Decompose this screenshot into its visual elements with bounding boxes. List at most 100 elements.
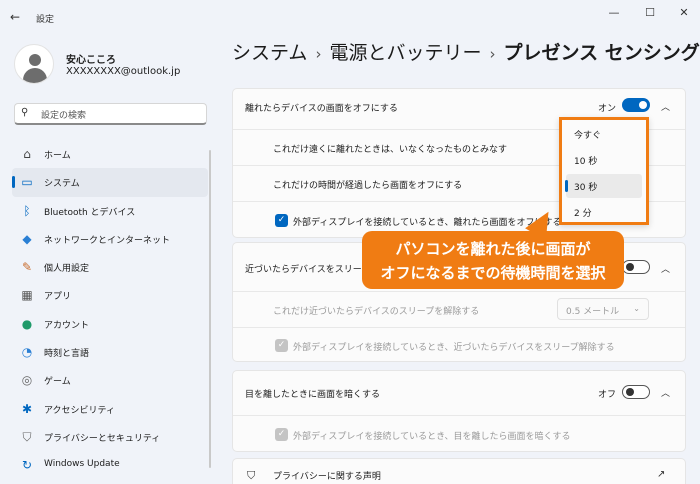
checkbox-label: 外部ディスプレイを接続しているとき、近づいたらデバイスをスリープ解除する [293, 343, 615, 353]
sidebar-item-apps[interactable]: ▦ アプリ [12, 281, 208, 309]
sidebar-item-label: アクセシビリティ [44, 405, 116, 416]
chevron-right-icon: › [489, 45, 496, 63]
open-external-icon[interactable]: ↗ [657, 469, 665, 480]
chevron-up-icon[interactable]: ︿ [661, 386, 670, 399]
shield-icon: ⛉ [22, 429, 32, 444]
annotation-callout: パソコンを離れた後に画面が オフになるまでの待機時間を選択 [362, 231, 624, 289]
home-icon: ⌂ [23, 147, 31, 161]
title-bar: ← 設定 — ☐ ✕ [0, 0, 700, 34]
sidebar-item-label: システム [44, 179, 80, 190]
setting-row-near-distance: これだけ近づいたらデバイスのスリープを解除する 0.5 メートル ⌄ [233, 291, 685, 327]
sidebar-item-label: ゲーム [44, 377, 71, 388]
checkmark-icon[interactable]: ✓ [275, 339, 288, 352]
sidebar-item-label: ホーム [44, 151, 71, 161]
setting-row-dim-external: ✓ 外部ディスプレイを接続しているとき、目を離したら画面を暗くする [233, 415, 685, 453]
timeout-option-selected[interactable]: 30 秒 [565, 174, 642, 198]
sidebar-item-privacy[interactable]: ⛉ プライバシーとセキュリティ [12, 423, 208, 451]
select-value: 0.5 メートル [566, 307, 620, 317]
gamepad-icon: ◎ [21, 373, 33, 388]
avatar-head-icon [29, 54, 41, 66]
setting-label: これだけ遠くに離れたときは、いなくなったものとみなす [273, 145, 508, 155]
away-toggle[interactable] [622, 98, 650, 112]
sidebar-item-label: Windows Update [44, 459, 120, 470]
sidebar-item-accounts[interactable]: ● アカウント [12, 310, 208, 338]
card-dim-when-looking-away: 目を離したときに画面を暗くする オフ ︿ ✓ 外部ディスプレイを接続しているとき… [232, 370, 686, 452]
brush-icon: ✎ [21, 260, 33, 275]
privacy-link[interactable]: プライバシーに関する声明 [273, 469, 381, 482]
search-input[interactable]: 設定の検索 [41, 108, 86, 121]
sidebar-item-network[interactable]: ◆ ネットワークとインターネット [12, 225, 208, 253]
update-icon: ↻ [21, 458, 33, 473]
near-toggle[interactable] [622, 260, 650, 274]
monitor-icon: ▭ [21, 175, 33, 190]
toggle-state: オフ [598, 390, 617, 400]
sidebar-item-label: ネットワークとインターネット [44, 235, 171, 246]
sidebar-item-label: Bluetooth とデバイス [44, 207, 136, 218]
user-name: 安心こころ [66, 55, 116, 66]
sidebar-item-accessibility[interactable]: ✱ アクセシビリティ [12, 395, 208, 423]
checkmark-icon[interactable]: ✓ [275, 214, 288, 227]
wake-distance-select[interactable]: 0.5 メートル ⌄ [557, 298, 649, 320]
breadcrumb: システム › 電源とバッテリー › プレゼンス センシング [232, 38, 700, 65]
card-privacy-statement[interactable]: ⛉ プライバシーに関する声明 ↗ [232, 458, 686, 484]
page-title: プレゼンス センシング [503, 42, 700, 64]
sidebar-item-time-language[interactable]: ◔ 時刻と言語 [12, 338, 208, 366]
minimize-button[interactable]: — [600, 4, 628, 22]
sidebar-item-personalization[interactable]: ✎ 個人用設定 [12, 253, 208, 281]
sidebar-item-gaming[interactable]: ◎ ゲーム [12, 366, 208, 394]
chevron-down-icon: ⌄ [633, 304, 640, 313]
option-label: 今すぐ [574, 131, 602, 141]
option-label: 2 分 [574, 209, 592, 219]
bluetooth-icon: ᛒ [23, 203, 31, 218]
search-box[interactable]: ⚲ 設定の検索 [14, 103, 207, 125]
setting-label: これだけの時間が経過したら画面をオフにする [273, 181, 463, 191]
sidebar-item-label: プライバシーとセキュリティ [44, 433, 161, 444]
clock-globe-icon: ◔ [21, 345, 33, 360]
sidebar-item-home[interactable]: ⌂ ホーム [12, 140, 208, 168]
chevron-up-icon[interactable]: ︿ [661, 262, 670, 275]
accessibility-icon: ✱ [21, 401, 33, 416]
callout-line: パソコンを離れた後に画面が [395, 240, 591, 258]
account-icon: ● [21, 316, 33, 331]
timeout-option[interactable]: 2 分 [566, 200, 642, 224]
back-arrow-icon[interactable]: ← [10, 10, 26, 24]
avatar-body-icon [23, 68, 47, 83]
callout-line: オフになるまでの待機時間を選択 [380, 264, 606, 282]
timeout-option[interactable]: 10 秒 [566, 148, 642, 172]
setting-title: 離れたらデバイスの画面をオフにする [245, 104, 398, 114]
option-label: 10 秒 [574, 157, 598, 167]
timeout-option[interactable]: 今すぐ [566, 122, 642, 146]
sidebar-nav: ⌂ ホーム ▭ システム ᛒ Bluetooth とデバイス ◆ ネットワークと… [12, 140, 208, 480]
setting-title: 目を離したときに画面を暗くする [245, 390, 381, 400]
setting-row-near-external: ✓ 外部ディスプレイを接続しているとき、近づいたらデバイスをスリープ解除する [233, 327, 685, 363]
sidebar-item-label: アカウント [44, 320, 90, 331]
avatar[interactable] [14, 44, 54, 84]
sidebar-item-system[interactable]: ▭ システム [12, 168, 208, 197]
breadcrumb-system[interactable]: システム [232, 42, 307, 64]
shield-icon: ⛉ [247, 469, 256, 482]
toggle-state: オン [598, 104, 617, 114]
user-email: XXXXXXXX@outlook.jp [66, 66, 181, 77]
timeout-dropdown[interactable]: 今すぐ 10 秒 30 秒 2 分 [559, 117, 649, 225]
sidebar-item-label: 時刻と言語 [44, 349, 90, 360]
breadcrumb-power[interactable]: 電源とバッテリー [329, 42, 481, 64]
search-icon: ⚲ [21, 107, 29, 118]
sidebar-item-label: アプリ [44, 292, 72, 303]
maximize-button[interactable]: ☐ [636, 4, 664, 22]
checkmark-icon[interactable]: ✓ [275, 428, 288, 441]
chevron-right-icon: › [315, 45, 322, 63]
checkbox-label: 外部ディスプレイを接続しているとき、目を離したら画面を暗くする [293, 432, 571, 442]
option-label: 30 秒 [574, 183, 598, 193]
sidebar-item-windows-update[interactable]: ↻ Windows Update [12, 451, 208, 479]
setting-label: これだけ近づいたらデバイスのスリープを解除する [273, 307, 480, 317]
sidebar-item-bluetooth[interactable]: ᛒ Bluetooth とデバイス [12, 197, 208, 225]
dim-toggle[interactable] [622, 385, 650, 399]
apps-icon: ▦ [21, 288, 33, 303]
checkbox-label: 外部ディスプレイを接続しているとき、離れたら画面をオフにする [293, 218, 562, 228]
wifi-icon: ◆ [22, 231, 32, 246]
chevron-up-icon[interactable]: ︿ [661, 100, 670, 113]
user-profile[interactable]: 安心こころ XXXXXXXX@outlook.jp [14, 44, 214, 88]
sidebar-scrollbar[interactable] [209, 150, 211, 468]
close-button[interactable]: ✕ [670, 4, 698, 22]
setting-row-dim[interactable]: 目を離したときに画面を暗くする オフ ︿ [233, 371, 685, 415]
